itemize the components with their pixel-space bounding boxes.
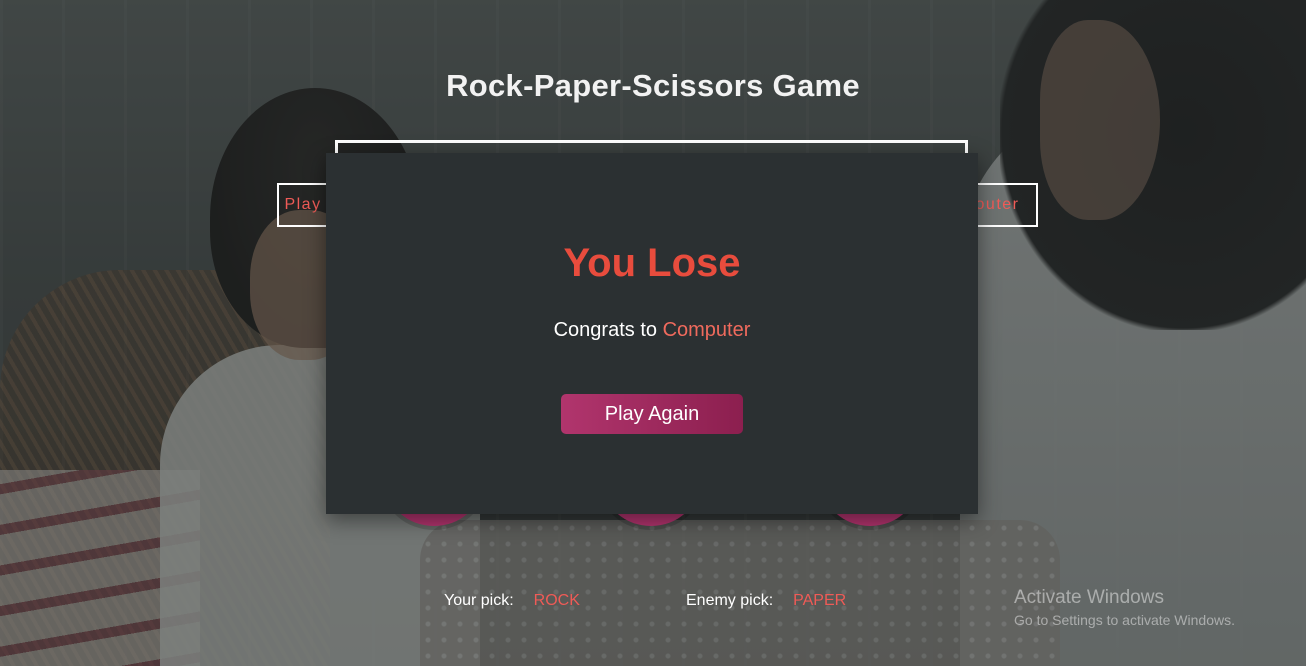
result-modal: You Lose Congrats to Computer Play Again (326, 153, 978, 514)
player-label: Play (284, 196, 322, 213)
watermark-subtitle: Go to Settings to activate Windows. (1014, 612, 1235, 628)
enemy-pick-value: PAPER (793, 592, 847, 609)
congrats-prefix: Congrats to (553, 319, 657, 341)
your-pick-value: ROCK (533, 592, 580, 609)
watermark-title: Activate Windows (1014, 587, 1164, 608)
winner-name: Computer (662, 319, 751, 341)
result-heading: You Lose (563, 241, 741, 285)
congrats-message: Congrats to Computer (326, 319, 978, 342)
computer-label: outer (975, 196, 1020, 213)
enemy-pick: Enemy pick: PAPER (686, 592, 846, 610)
your-pick-label: Your pick: (444, 592, 514, 609)
play-again-button[interactable]: Play Again (561, 394, 743, 434)
enemy-pick-label: Enemy pick: (686, 592, 774, 609)
activate-windows-watermark: Activate Windows Go to Settings to activ… (1014, 587, 1235, 628)
game-screen: Rock-Paper-Scissors Game Play outer Your… (0, 0, 1306, 666)
your-pick: Your pick: ROCK (444, 592, 580, 610)
page-title: Rock-Paper-Scissors Game (446, 68, 860, 103)
